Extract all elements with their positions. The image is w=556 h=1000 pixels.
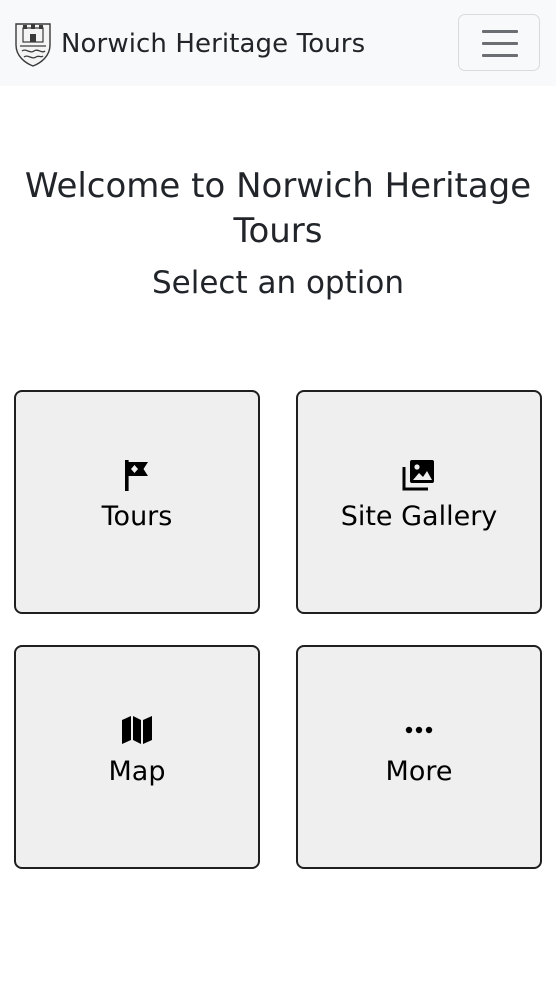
flag-icon	[16, 459, 258, 491]
more-button[interactable]: More	[296, 645, 542, 869]
map-icon	[16, 714, 258, 746]
navbar-brand[interactable]: Norwich Heritage Tours	[14, 21, 365, 67]
map-button[interactable]: Map	[14, 645, 260, 869]
page-subtitle: Select an option	[151, 265, 404, 301]
site-gallery-label: Site Gallery	[340, 501, 498, 532]
more-label: More	[385, 756, 453, 787]
page-title: Welcome to Norwich Heritage Tours	[24, 166, 532, 251]
brand-title: Norwich Heritage Tours	[61, 29, 366, 59]
coat-of-arms-icon	[15, 23, 51, 67]
map-label: Map	[108, 756, 166, 787]
tours-label: Tours	[101, 501, 173, 532]
tours-button[interactable]: Tours	[14, 390, 260, 614]
menu-toggle-button[interactable]	[458, 14, 540, 71]
more-dots-icon	[298, 714, 540, 746]
site-gallery-button[interactable]: Site Gallery	[296, 390, 542, 614]
images-icon	[298, 459, 540, 491]
top-navbar: Norwich Heritage Tours	[0, 0, 556, 86]
